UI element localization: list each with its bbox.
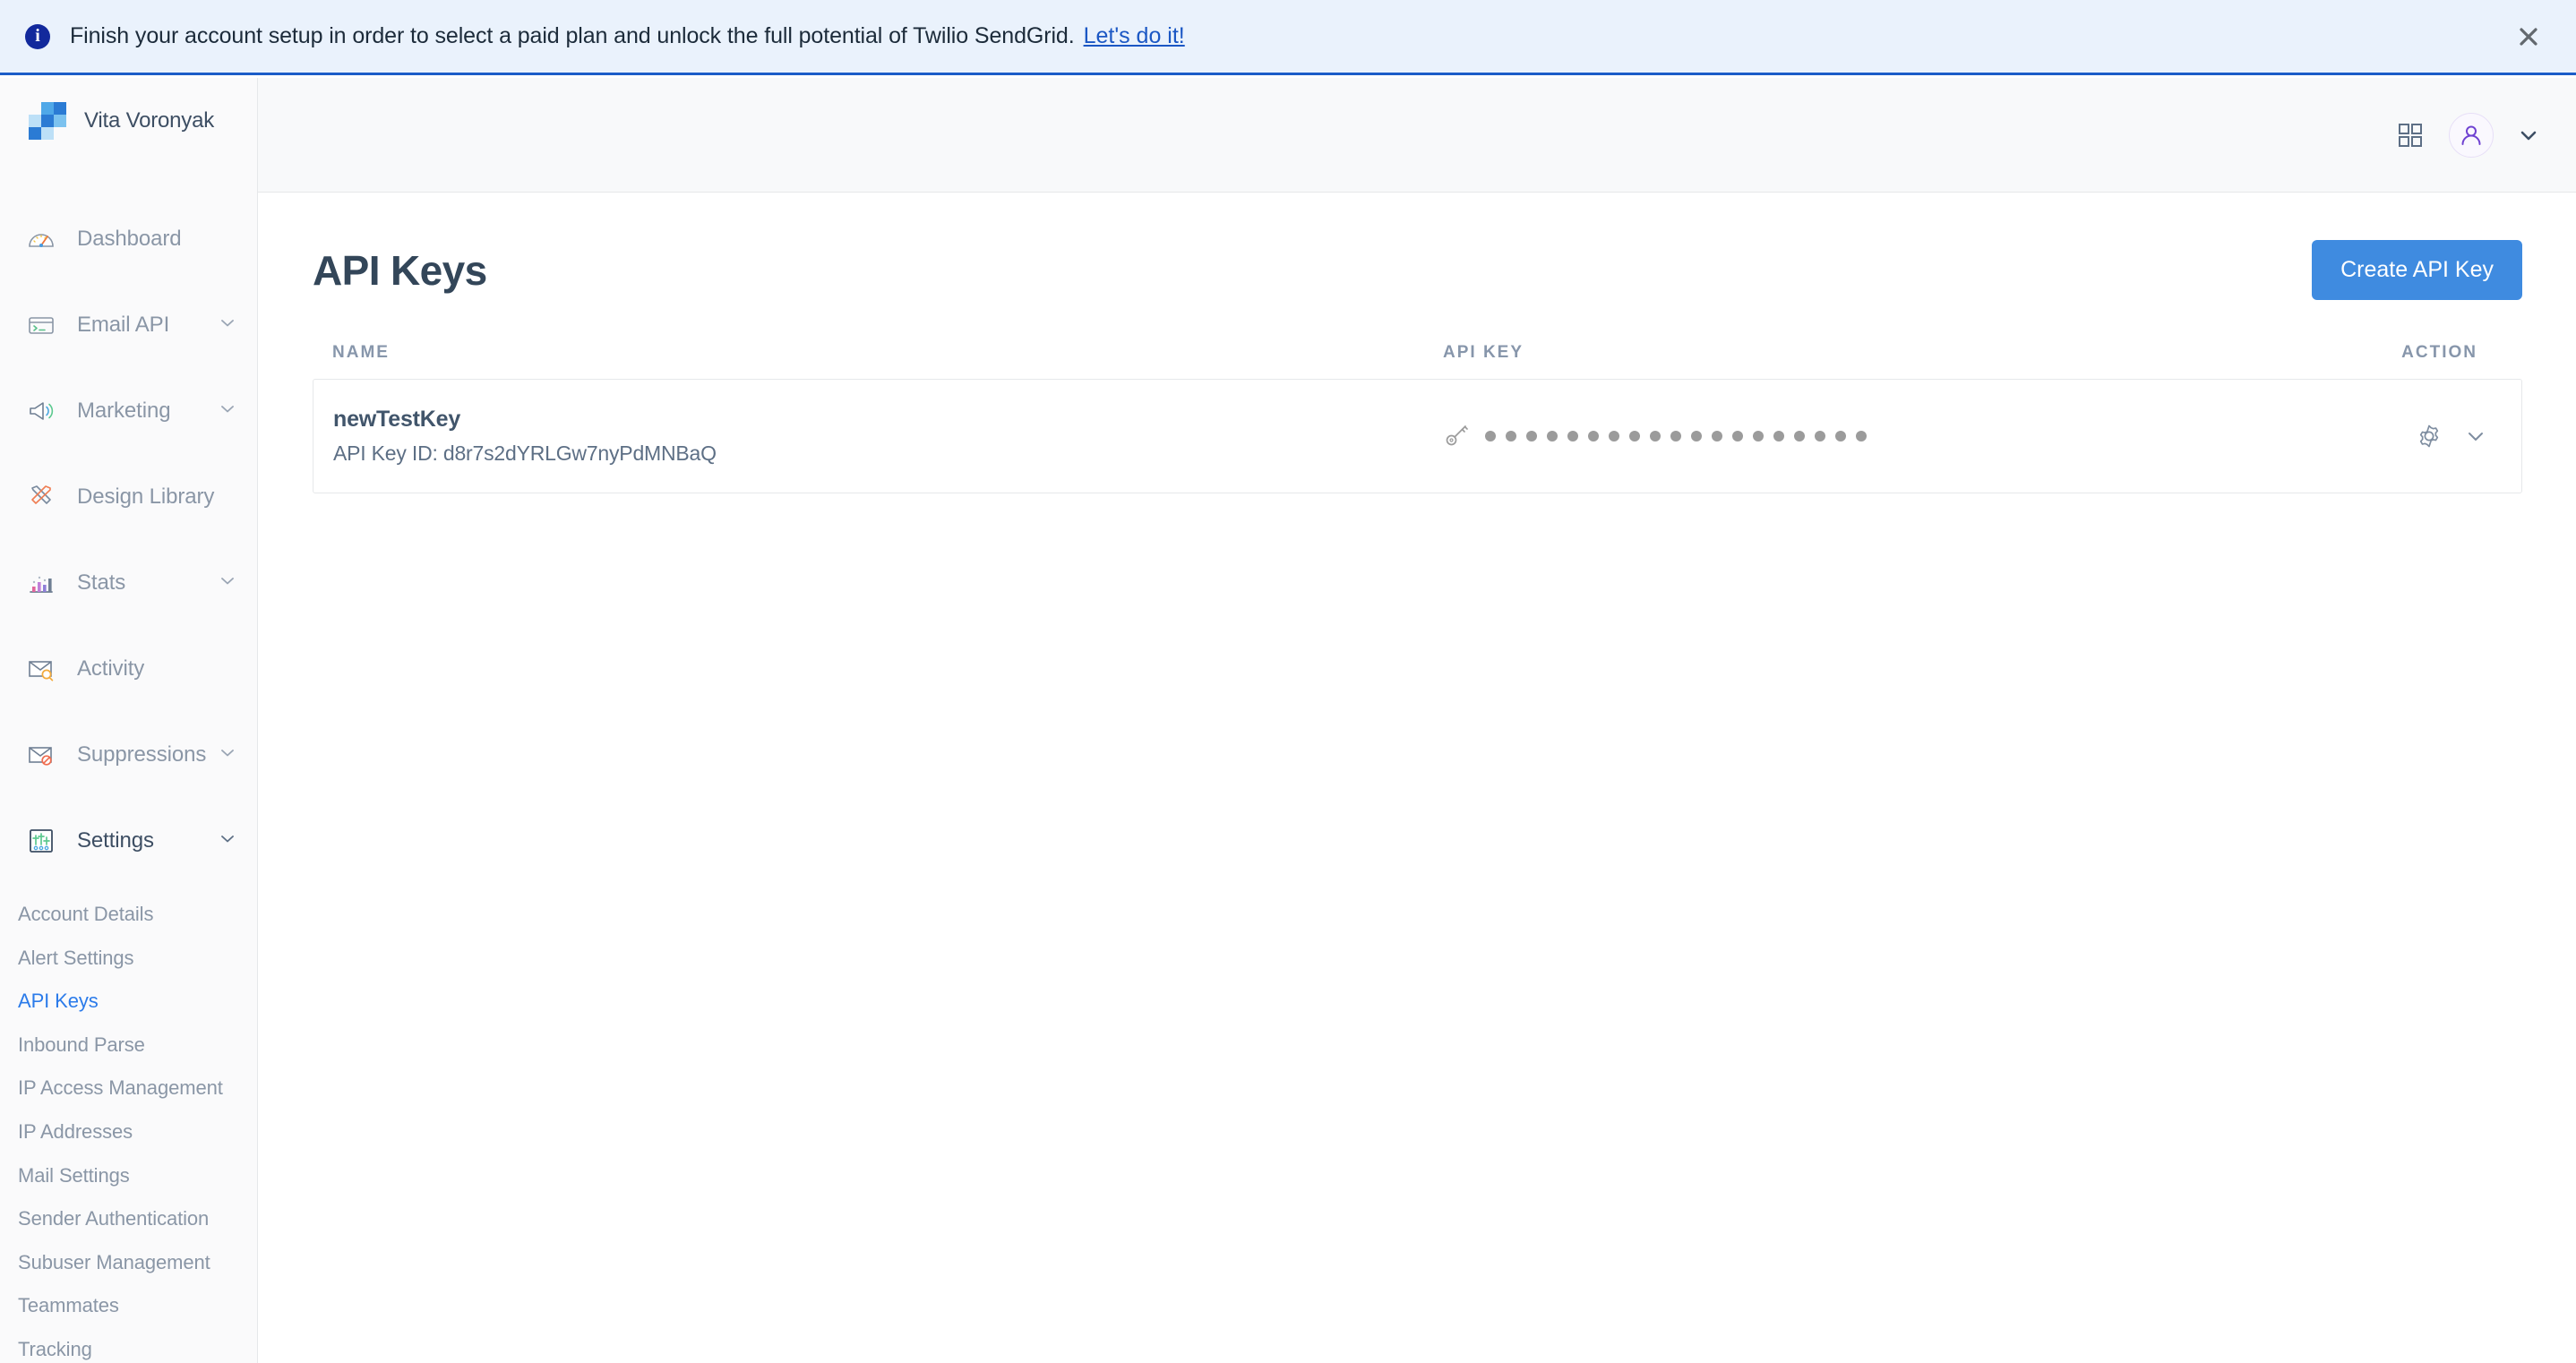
sidebar-item-activity[interactable]: Activity: [0, 626, 257, 712]
column-header-apikey: API KEY: [1443, 343, 2234, 363]
table-row[interactable]: newTestKey API Key ID: d8r7s2dYRLGw7nyPd…: [313, 379, 2522, 493]
sendgrid-logo: [29, 102, 66, 140]
chevron-down-icon[interactable]: [218, 399, 237, 424]
chevron-down-icon[interactable]: [218, 829, 237, 853]
topbar-actions: [2395, 113, 2540, 158]
cell-name: newTestKey API Key ID: d8r7s2dYRLGw7nyPd…: [333, 407, 1444, 466]
sidebar-item-design-library[interactable]: Design Library: [0, 454, 257, 540]
avatar[interactable]: [2449, 113, 2494, 158]
page-title: API Keys: [313, 246, 487, 295]
topbar: [258, 78, 2576, 193]
create-api-key-button[interactable]: Create API Key: [2312, 240, 2522, 300]
brand[interactable]: Vita Voronyak: [0, 78, 257, 164]
apps-grid-icon[interactable]: [2395, 120, 2426, 150]
cell-apikey: [1444, 421, 2233, 452]
chevron-down-icon[interactable]: [218, 571, 237, 596]
sidebar-item-label: Suppressions: [77, 742, 206, 767]
close-icon[interactable]: [2513, 21, 2544, 52]
sidebar-item-label: Activity: [77, 656, 144, 682]
sidebar-item-api-keys[interactable]: API Keys: [18, 980, 257, 1024]
sidebar-item-email-api[interactable]: Email API: [0, 282, 257, 368]
sidebar-item-label: Email API: [77, 313, 169, 338]
table-header-row: NAME API KEY ACTION: [313, 343, 2522, 379]
banner-cta-link[interactable]: Let's do it!: [1084, 23, 1185, 49]
sidebar-item-teammates[interactable]: Teammates: [18, 1284, 257, 1328]
chevron-down-icon[interactable]: [2464, 424, 2487, 448]
sidebar-nav: Dashboard Email API: [0, 196, 257, 1363]
sidebar-item-settings[interactable]: Settings: [0, 798, 257, 884]
sidebar: Vita Voronyak Dashboard: [0, 78, 258, 1363]
terminal-icon: [23, 307, 59, 343]
chevron-down-icon[interactable]: [218, 313, 237, 338]
sidebar-item-label: Stats: [77, 570, 125, 596]
cell-action: [2233, 421, 2502, 451]
sidebar-item-inbound-parse[interactable]: Inbound Parse: [18, 1024, 257, 1067]
sidebar-item-subuser-management[interactable]: Subuser Management: [18, 1241, 257, 1285]
settings-submenu: Account Details Alert Settings API Keys …: [0, 893, 257, 1363]
sidebar-item-label: Marketing: [77, 399, 170, 424]
envelope-block-icon: [23, 737, 59, 773]
pencil-ruler-icon: [23, 479, 59, 515]
sidebar-item-suppressions[interactable]: Suppressions: [0, 712, 257, 798]
sidebar-item-ip-addresses[interactable]: IP Addresses: [18, 1110, 257, 1154]
sidebar-item-stats[interactable]: Stats: [0, 540, 257, 626]
api-key-name: newTestKey: [333, 407, 1444, 433]
sidebar-item-label: Settings: [77, 828, 154, 853]
info-icon: i: [25, 24, 50, 49]
api-keys-table: NAME API KEY ACTION newTestKey API Key I…: [313, 343, 2522, 493]
sidebar-item-mail-settings[interactable]: Mail Settings: [18, 1154, 257, 1198]
sliders-icon: [23, 823, 59, 859]
sidebar-item-label: Dashboard: [77, 227, 182, 252]
column-header-name: NAME: [332, 343, 1443, 363]
column-header-action: ACTION: [2234, 343, 2503, 363]
page-header: API Keys Create API Key: [259, 193, 2576, 300]
banner-message: Finish your account setup in order to se…: [70, 23, 1075, 49]
gauge-icon: [23, 221, 59, 257]
account-setup-banner: i Finish your account setup in order to …: [0, 0, 2576, 75]
sidebar-item-tracking[interactable]: Tracking: [18, 1328, 257, 1363]
chevron-down-icon[interactable]: [2517, 124, 2540, 147]
sidebar-item-dashboard[interactable]: Dashboard: [0, 196, 257, 282]
api-key-id: API Key ID: d8r7s2dYRLGw7nyPdMNBaQ: [333, 441, 1444, 466]
sidebar-item-sender-authentication[interactable]: Sender Authentication: [18, 1197, 257, 1241]
sidebar-item-account-details[interactable]: Account Details: [18, 893, 257, 937]
masked-api-key: [1485, 431, 1867, 441]
sidebar-item-ip-access-management[interactable]: IP Access Management: [18, 1067, 257, 1110]
sidebar-item-label: Design Library: [77, 484, 214, 510]
key-icon: [1444, 421, 1471, 452]
sidebar-item-alert-settings[interactable]: Alert Settings: [18, 937, 257, 981]
chevron-down-icon[interactable]: [218, 743, 237, 767]
sidebar-item-marketing[interactable]: Marketing: [0, 368, 257, 454]
account-name: Vita Voronyak: [84, 108, 214, 133]
envelope-search-icon: [23, 651, 59, 687]
gear-icon[interactable]: [2414, 421, 2444, 451]
bar-chart-icon: [23, 565, 59, 601]
main-content: API Keys Create API Key NAME API KEY ACT…: [259, 193, 2576, 1363]
megaphone-icon: [23, 393, 59, 429]
